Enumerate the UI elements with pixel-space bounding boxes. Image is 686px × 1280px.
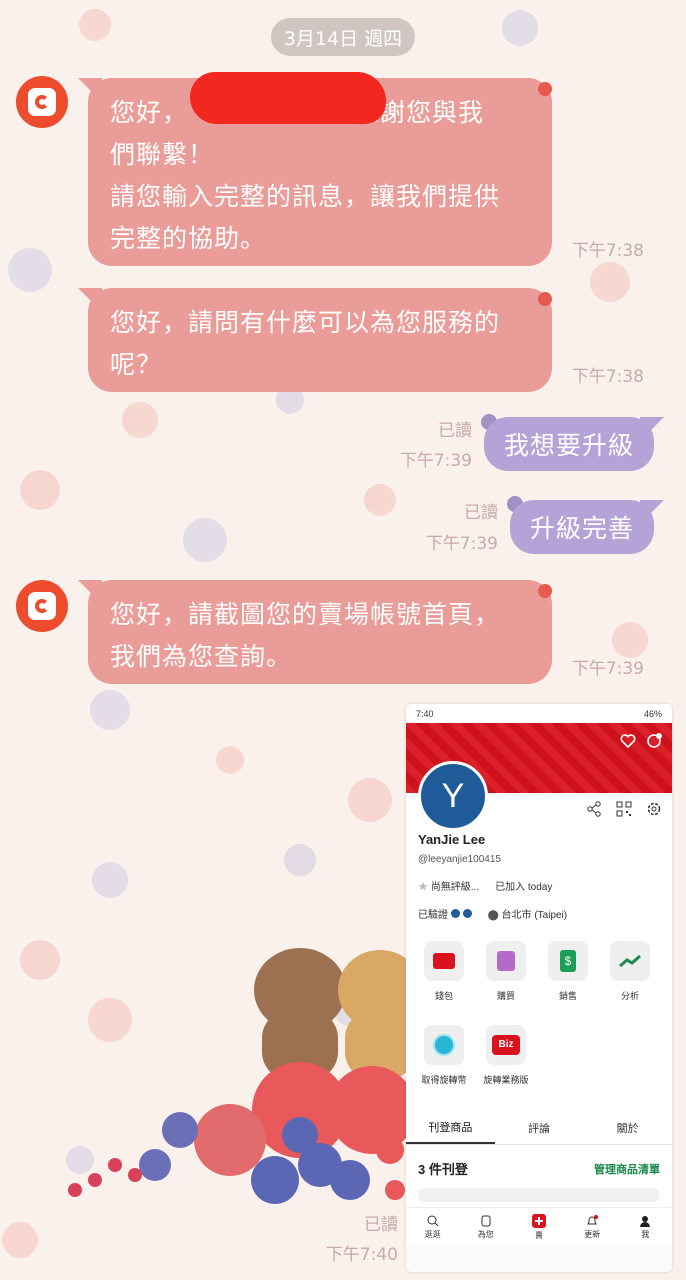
message-line: 們聯繫！ xyxy=(110,140,215,169)
bottom-nav: 逛逛 為您 賣 更新 我 xyxy=(406,1207,672,1246)
location-info: ⬤ 台北市 (Taipei) xyxy=(487,910,568,921)
shop-avatar[interactable] xyxy=(16,76,68,128)
wallet-button[interactable]: 錢包 xyxy=(418,941,470,1002)
dollar-tag-icon: $ xyxy=(548,941,588,981)
message-time: 下午7:40 xyxy=(325,1245,398,1265)
status-bar: 7:40 46% xyxy=(406,704,672,723)
message-time: 下午7:39 xyxy=(399,451,472,471)
joined-info: 已加入 today xyxy=(495,882,553,893)
phone-verified-icon xyxy=(450,909,460,918)
heart-icon[interactable] xyxy=(620,733,636,749)
profile-tabs: 刊登商品 評論 關於 xyxy=(406,1112,672,1145)
nav-sell[interactable]: 賣 xyxy=(512,1208,565,1246)
message-line: 您好，請問有什麼可以為您服務的 xyxy=(110,308,501,337)
message-line: 請您輸入完整的訊息，讓我們提供 xyxy=(110,182,501,211)
profile-avatar[interactable]: Y xyxy=(418,761,488,831)
location-pin-icon: ⬤ xyxy=(487,910,502,921)
profile-name: YanJie Lee xyxy=(418,832,486,847)
purchases-button[interactable]: 購買 xyxy=(480,941,532,1002)
strawberry-icon xyxy=(538,292,552,306)
message-time: 下午7:38 xyxy=(571,241,644,261)
tab-listings[interactable]: 刊登商品 xyxy=(406,1112,495,1144)
read-receipt: 已讀 xyxy=(364,1215,398,1235)
rating-info: ★ 尚無評級... xyxy=(418,882,480,893)
date-separator: 3月14日 週四 xyxy=(271,18,415,56)
manage-listings-link[interactable]: 管理商品清單 xyxy=(594,1161,660,1177)
profile-handle: @leeyanjie100415 xyxy=(418,854,501,865)
shop-avatar[interactable] xyxy=(16,580,68,632)
for-you-icon xyxy=(481,1215,491,1226)
status-time: 7:40 xyxy=(416,708,434,719)
nav-for-you[interactable]: 為您 xyxy=(459,1208,512,1246)
message-line: 我們為您查詢。 xyxy=(110,642,293,671)
nav-me[interactable]: 我 xyxy=(619,1208,672,1246)
system-nav-bar xyxy=(406,1245,672,1272)
outgoing-message-bubble[interactable]: 升級完善 xyxy=(510,500,655,554)
listing-search-input[interactable] xyxy=(418,1188,660,1202)
profile-icon xyxy=(640,1215,651,1227)
get-coins-button[interactable]: 取得旋轉幣 xyxy=(418,1025,470,1086)
shopping-bag-icon xyxy=(486,941,526,981)
share-icon[interactable] xyxy=(586,801,602,817)
redaction-mark xyxy=(190,72,386,124)
business-button[interactable]: Biz 旋轉業務版 xyxy=(480,1025,532,1086)
biz-icon: Biz xyxy=(486,1025,526,1065)
nav-browse[interactable]: 逛逛 xyxy=(406,1208,459,1246)
message-line: 您好，請截圖您的賣場帳號首頁， xyxy=(110,600,501,629)
strawberry-icon xyxy=(538,82,552,96)
image-message-screenshot[interactable]: 7:40 46% Y YanJie Lee @leeyanjie100415 ★… xyxy=(406,704,672,1272)
message-time: 下午7:39 xyxy=(571,659,644,679)
message-time: 下午7:38 xyxy=(571,367,644,387)
message-time: 下午7:39 xyxy=(425,534,498,554)
star-icon: ★ xyxy=(418,882,431,893)
qr-code-icon[interactable] xyxy=(616,801,632,817)
gear-icon[interactable] xyxy=(646,801,662,817)
shopping-bag-icon xyxy=(28,88,56,116)
bell-icon xyxy=(587,1214,599,1224)
verified-info: 已驗證 xyxy=(418,906,472,921)
listing-count: 3 件刊登 xyxy=(418,1162,468,1177)
chart-icon xyxy=(610,941,650,981)
tab-reviews[interactable]: 評論 xyxy=(495,1112,584,1144)
message-line: 完整的協助。 xyxy=(110,224,267,253)
chat-icon[interactable] xyxy=(646,733,662,749)
sales-button[interactable]: $ 銷售 xyxy=(542,941,594,1002)
incoming-message-bubble[interactable]: 您好，請問有什麼可以為您服務的 呢？ xyxy=(88,288,552,392)
shopping-bag-icon xyxy=(28,592,56,620)
bunny-illustration xyxy=(68,948,422,1204)
strawberry-icon xyxy=(538,584,552,598)
sell-plus-icon xyxy=(532,1213,546,1228)
tab-about[interactable]: 關於 xyxy=(583,1112,672,1144)
nav-updates[interactable]: 更新 xyxy=(566,1208,619,1246)
read-receipt: 已讀 xyxy=(438,421,472,441)
status-battery: 46% xyxy=(643,708,662,719)
email-verified-icon xyxy=(462,909,472,918)
search-icon xyxy=(427,1215,438,1226)
incoming-message-bubble[interactable]: 您好，請截圖您的賣場帳號首頁， 我們為您查詢。 xyxy=(88,580,552,684)
coin-icon xyxy=(424,1025,464,1065)
wallet-icon xyxy=(424,941,464,981)
read-receipt: 已讀 xyxy=(464,503,498,523)
message-line: 呢？ xyxy=(110,350,163,379)
outgoing-message-bubble[interactable]: 我想要升級 xyxy=(484,417,655,471)
analytics-button[interactable]: 分析 xyxy=(604,941,656,1002)
